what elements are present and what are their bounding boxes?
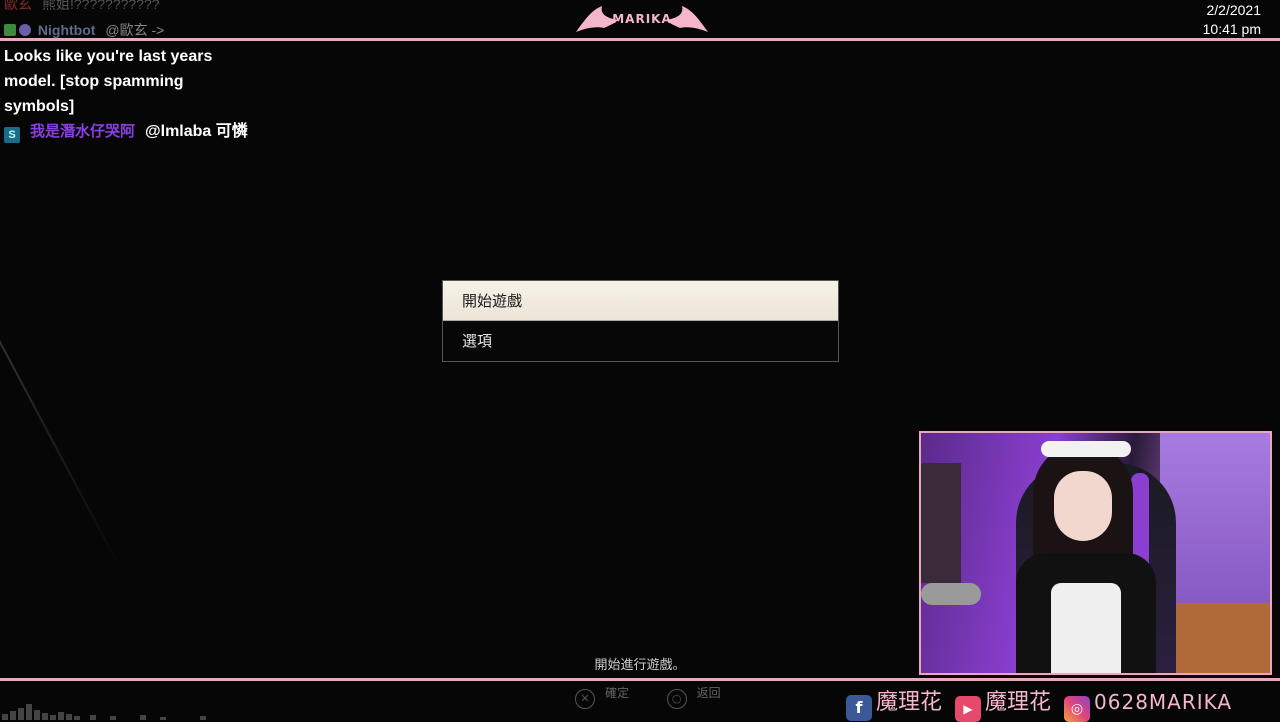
back-label: 返回 [696,686,721,700]
microphone-icon [921,583,981,605]
youtube-icon: ▶ [955,696,982,722]
social-links: f 魔理花 ▶ 魔理花 ◎ 0628MARIKA [846,684,1238,722]
webcam-feed [919,431,1272,675]
chat-row: Nightbot @歐玄 -> [4,20,164,40]
top-divider [0,38,1280,41]
youtube-handle: 魔理花 [985,690,1052,715]
facebook-handle: 魔理花 [876,690,943,715]
date-label: 2/2/2021 [1206,2,1262,18]
menu-item-start-game[interactable]: 開始遊戲 [443,281,838,321]
chat-username: Nightbot [37,22,96,38]
bottom-divider [0,678,1280,681]
facebook-icon: f [846,695,872,721]
chat-row: S 我是潛水仔哭阿 @lmlaba 可憐 [4,119,269,144]
chat-text: @lmlaba 可憐 [145,123,248,140]
button-prompts: ✕ 確定 ○ 返回 [575,684,721,709]
verified-badge-icon [19,24,31,36]
chat-row: 歐玄 熊姐!??????????? [4,0,160,14]
menu-item-options[interactable]: 選項 [443,321,838,361]
stream-datetime: 2/2/2021 10:41 pm [1203,1,1261,39]
chat-username: 歐玄 [4,0,32,12]
chat-username: 我是潛水仔哭阿 [30,123,136,140]
marika-logo: MARIKA [574,4,710,36]
chat-message: Looks like you're last years model. [sto… [4,48,213,115]
user-badge-icon: S [4,127,20,143]
audio-visualizer [0,702,230,720]
circle-button-icon: ○ [666,689,687,709]
time-label: 10:41 pm [1202,21,1261,37]
confirm-label: 確定 [605,686,630,700]
cross-button-icon: ✕ [575,689,595,709]
moderator-badge-icon [4,24,16,36]
instagram-handle: 0628MARIKA [1094,690,1233,714]
logo-text: MARIKA [612,12,672,26]
game-main-menu: 開始遊戲 選項 [442,280,839,362]
chat-text: 熊姐!??????????? [42,0,160,12]
chat-text: @歐玄 -> [105,22,165,38]
instagram-icon: ◎ [1064,696,1091,722]
background-streak [0,340,123,571]
